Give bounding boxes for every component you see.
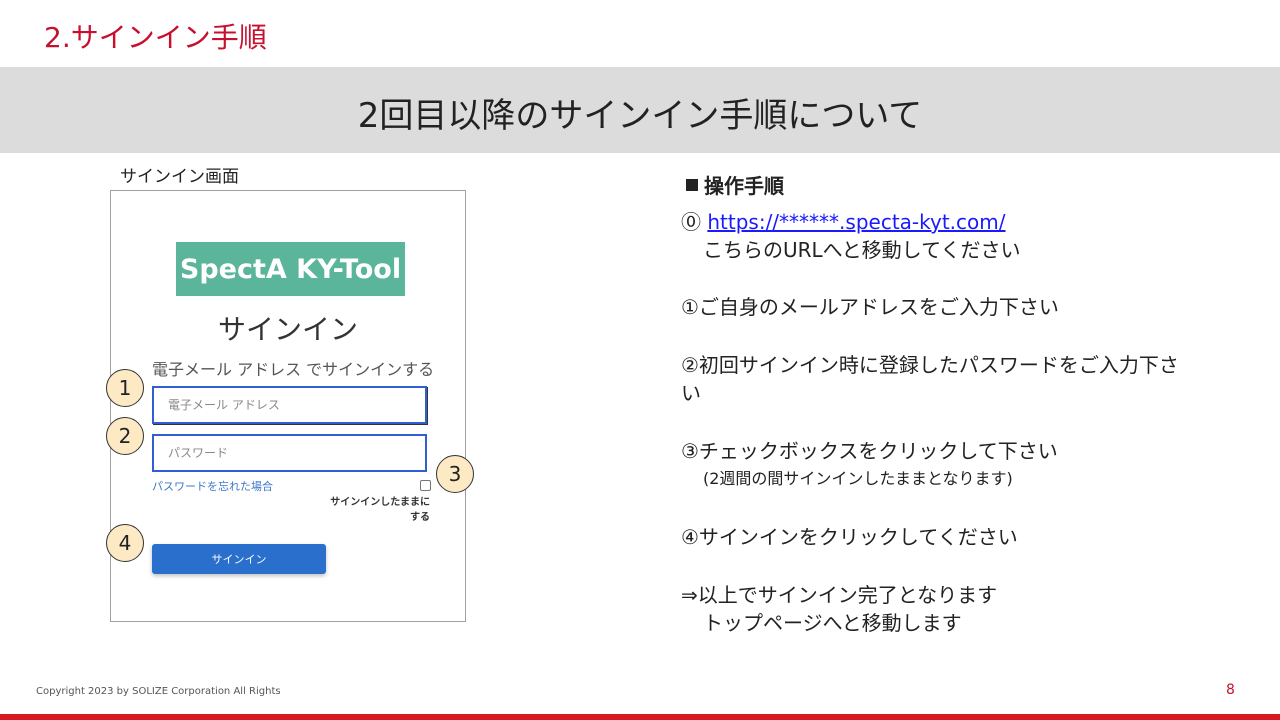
forgot-password-link[interactable]: パスワードを忘れた場合: [152, 478, 273, 494]
steps-heading-text: 操作手順: [704, 174, 784, 198]
stay-signed-in-label-line2: する: [410, 512, 430, 523]
callout-4: 4: [106, 524, 144, 562]
result-line1: ⇒以上でサインイン完了となります: [681, 583, 998, 607]
step-3-text: ③チェックボックスをクリックして下さい: [681, 439, 1058, 463]
bottom-accent-bar: [0, 714, 1280, 720]
signin-button[interactable]: サインイン: [152, 544, 326, 574]
signin-heading: サインイン: [217, 313, 358, 346]
email-field[interactable]: [152, 386, 427, 424]
signin-subheading: 電子メール アドレス でサインインする: [152, 360, 435, 379]
stay-signed-in-label: サインインしたままに する: [300, 495, 430, 525]
step-1: ①ご自身のメールアドレスをご入力下さい: [681, 295, 1059, 319]
result-line2: トップページへと移動します: [703, 611, 962, 635]
step-4: ④サインインをクリックしてください: [681, 525, 1018, 549]
result: ⇒以上でサインイン完了となります トップページへと移動します: [681, 581, 1201, 637]
specta-logo: SpectA KY-Tool: [176, 242, 405, 296]
step-2-line1: ②初回サインイン時に登録したパスワードをご入力下さ: [681, 353, 1179, 377]
step-2-line2: い: [681, 381, 701, 405]
stay-signed-in-checkbox[interactable]: [420, 480, 431, 491]
callout-3: 3: [436, 455, 474, 493]
stay-signed-in-label-line1: サインインしたままに: [330, 497, 430, 508]
square-bullet-icon: [686, 179, 698, 191]
callout-2: 2: [106, 417, 144, 455]
step-3-note: (2週間の間サインインしたままとなります): [703, 469, 1013, 488]
steps-heading: 操作手順: [686, 170, 784, 199]
banner-title: 2回目以降のサインイン手順について: [357, 96, 923, 136]
copyright-text: Copyright 2023 by SOLIZE Corporation All…: [36, 686, 281, 697]
callout-1: 1: [106, 369, 144, 407]
page-number: 8: [1226, 682, 1235, 698]
step-0-description: こちらのURLへと移動してください: [703, 238, 1021, 262]
step-0-number: ⓪: [681, 210, 701, 234]
step-3: ③チェックボックスをクリックして下さい (2週間の間サインインしたままとなります…: [681, 437, 1201, 493]
section-title: 2.サインイン手順: [44, 21, 267, 54]
screen-caption: サインイン画面: [120, 167, 239, 187]
password-field[interactable]: [152, 434, 427, 472]
step-0: ⓪ https://******.specta-kyt.com/ こちらのURL…: [681, 208, 1201, 264]
signin-url-link[interactable]: https://******.specta-kyt.com/: [707, 210, 1005, 234]
step-2: ②初回サインイン時に登録したパスワードをご入力下さ い: [681, 351, 1201, 407]
